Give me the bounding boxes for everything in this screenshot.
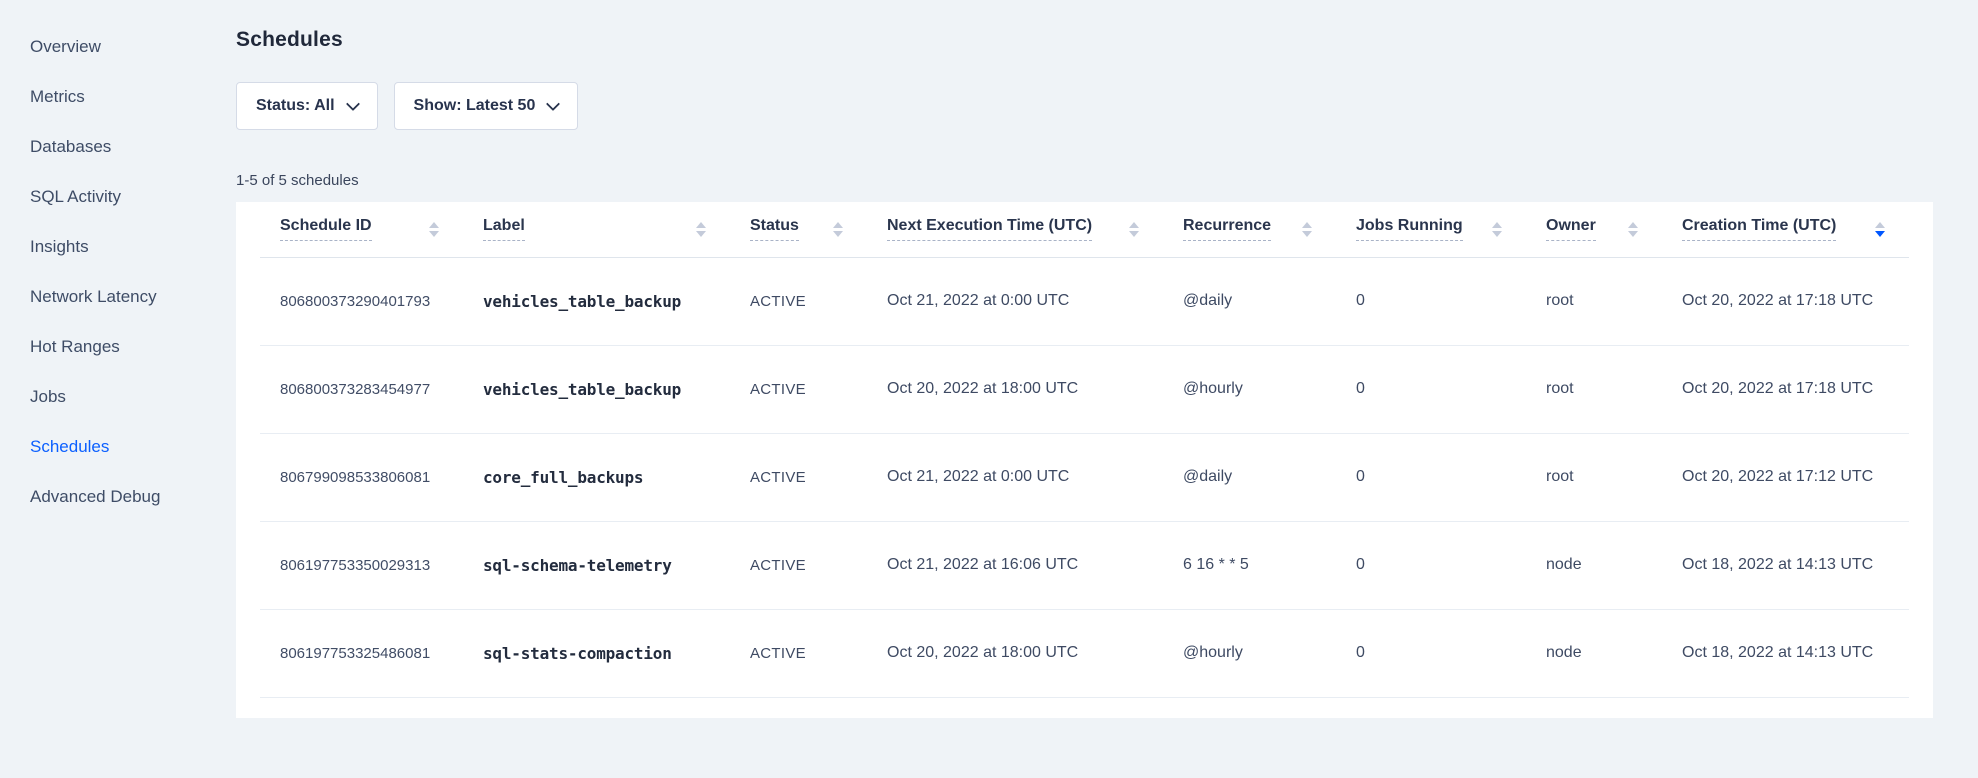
status-cell: ACTIVE: [730, 521, 867, 609]
column-label: Status: [750, 217, 799, 241]
schedule-label-cell: sql-stats-compaction: [463, 609, 730, 697]
table-row: 806800373290401793 vehicles_table_backup…: [260, 257, 1909, 345]
next-execution-cell: Oct 20, 2022 at 18:00 UTC: [867, 609, 1163, 697]
table-row: 806197753325486081 sql-stats-compaction …: [260, 609, 1909, 697]
schedule-id-cell: 806800373290401793: [260, 257, 463, 345]
sort-icon[interactable]: [1875, 222, 1885, 237]
column-label: Recurrence: [1183, 217, 1271, 241]
column-label: Jobs Running: [1356, 217, 1463, 241]
column-header-next-execution-time[interactable]: Next Execution Time (UTC): [867, 202, 1163, 257]
sort-icon[interactable]: [696, 222, 706, 237]
sidebar-item-network-latency[interactable]: Network Latency: [0, 272, 236, 322]
status-cell: ACTIVE: [730, 257, 867, 345]
jobs-running-cell: 0: [1336, 433, 1526, 521]
sort-icon[interactable]: [1129, 222, 1139, 237]
sort-icon[interactable]: [1302, 222, 1312, 237]
schedule-id-cell: 806197753350029313: [260, 521, 463, 609]
table-row: 806799098533806081 core_full_backups ACT…: [260, 433, 1909, 521]
column-label: Owner: [1546, 217, 1596, 241]
jobs-running-cell: 0: [1336, 609, 1526, 697]
schedule-label-cell: core_full_backups: [463, 433, 730, 521]
column-header-recurrence[interactable]: Recurrence: [1163, 202, 1336, 257]
recurrence-cell: @hourly: [1163, 609, 1336, 697]
chevron-down-icon: [345, 96, 359, 110]
column-header-owner[interactable]: Owner: [1526, 202, 1662, 257]
recurrence-cell: @daily: [1163, 433, 1336, 521]
show-filter-label: Show: Latest 50: [414, 97, 536, 115]
sort-icon[interactable]: [429, 222, 439, 237]
creation-time-cell: Oct 18, 2022 at 14:13 UTC: [1662, 609, 1909, 697]
schedule-id-cell: 806799098533806081: [260, 433, 463, 521]
next-execution-cell: Oct 21, 2022 at 16:06 UTC: [867, 521, 1163, 609]
column-label: Label: [483, 217, 525, 241]
column-header-jobs-running[interactable]: Jobs Running: [1336, 202, 1526, 257]
status-cell: ACTIVE: [730, 345, 867, 433]
schedule-id-cell: 806197753325486081: [260, 609, 463, 697]
column-header-schedule-id[interactable]: Schedule ID: [260, 202, 463, 257]
creation-time-cell: Oct 18, 2022 at 14:13 UTC: [1662, 521, 1909, 609]
recurrence-cell: @hourly: [1163, 345, 1336, 433]
next-execution-cell: Oct 21, 2022 at 0:00 UTC: [867, 433, 1163, 521]
creation-time-cell: Oct 20, 2022 at 17:18 UTC: [1662, 257, 1909, 345]
jobs-running-cell: 0: [1336, 257, 1526, 345]
status-cell: ACTIVE: [730, 609, 867, 697]
jobs-running-cell: 0: [1336, 345, 1526, 433]
sidebar-item-databases[interactable]: Databases: [0, 122, 236, 172]
recurrence-cell: @daily: [1163, 257, 1336, 345]
schedules-table-panel: Schedule ID Label Status Next Execution …: [236, 202, 1933, 718]
owner-cell: root: [1526, 257, 1662, 345]
sort-icon[interactable]: [1628, 222, 1638, 237]
app-root: Overview Metrics Databases SQL Activity …: [0, 0, 1978, 778]
sidebar-item-hot-ranges[interactable]: Hot Ranges: [0, 322, 236, 372]
sidebar-item-advanced-debug[interactable]: Advanced Debug: [0, 472, 236, 522]
next-execution-cell: Oct 21, 2022 at 0:00 UTC: [867, 257, 1163, 345]
jobs-running-cell: 0: [1336, 521, 1526, 609]
recurrence-cell: 6 16 * * 5: [1163, 521, 1336, 609]
sidebar: Overview Metrics Databases SQL Activity …: [0, 0, 236, 778]
column-label: Next Execution Time (UTC): [887, 217, 1092, 241]
creation-time-cell: Oct 20, 2022 at 17:12 UTC: [1662, 433, 1909, 521]
schedules-table: Schedule ID Label Status Next Execution …: [260, 202, 1909, 698]
main-content: Schedules Status: All Show: Latest 50 1-…: [236, 0, 1978, 718]
sidebar-item-insights[interactable]: Insights: [0, 222, 236, 272]
owner-cell: root: [1526, 345, 1662, 433]
table-row: 806197753350029313 sql-schema-telemetry …: [260, 521, 1909, 609]
schedule-label-cell: vehicles_table_backup: [463, 345, 730, 433]
owner-cell: node: [1526, 521, 1662, 609]
chevron-down-icon: [546, 96, 560, 110]
status-filter-label: Status: All: [256, 97, 335, 115]
column-header-creation-time[interactable]: Creation Time (UTC): [1662, 202, 1909, 257]
status-cell: ACTIVE: [730, 433, 867, 521]
column-label: Creation Time (UTC): [1682, 217, 1836, 241]
creation-time-cell: Oct 20, 2022 at 17:18 UTC: [1662, 345, 1909, 433]
column-header-status[interactable]: Status: [730, 202, 867, 257]
table-header-row: Schedule ID Label Status Next Execution …: [260, 202, 1909, 257]
sidebar-item-overview[interactable]: Overview: [0, 22, 236, 72]
status-filter-dropdown[interactable]: Status: All: [236, 82, 378, 130]
owner-cell: node: [1526, 609, 1662, 697]
schedule-id-cell: 806800373283454977: [260, 345, 463, 433]
page-title: Schedules: [236, 26, 1933, 54]
results-count: 1-5 of 5 schedules: [236, 170, 1933, 192]
sidebar-item-sql-activity[interactable]: SQL Activity: [0, 172, 236, 222]
owner-cell: root: [1526, 433, 1662, 521]
sort-icon[interactable]: [1492, 222, 1502, 237]
sidebar-item-metrics[interactable]: Metrics: [0, 72, 236, 122]
sidebar-item-schedules[interactable]: Schedules: [0, 422, 236, 472]
filter-bar: Status: All Show: Latest 50: [236, 82, 1933, 130]
schedule-label-cell: sql-schema-telemetry: [463, 521, 730, 609]
column-label: Schedule ID: [280, 217, 372, 241]
sidebar-item-jobs[interactable]: Jobs: [0, 372, 236, 422]
sort-icon[interactable]: [833, 222, 843, 237]
next-execution-cell: Oct 20, 2022 at 18:00 UTC: [867, 345, 1163, 433]
column-header-label[interactable]: Label: [463, 202, 730, 257]
show-filter-dropdown[interactable]: Show: Latest 50: [394, 82, 579, 130]
schedule-label-cell: vehicles_table_backup: [463, 257, 730, 345]
table-row: 806800373283454977 vehicles_table_backup…: [260, 345, 1909, 433]
